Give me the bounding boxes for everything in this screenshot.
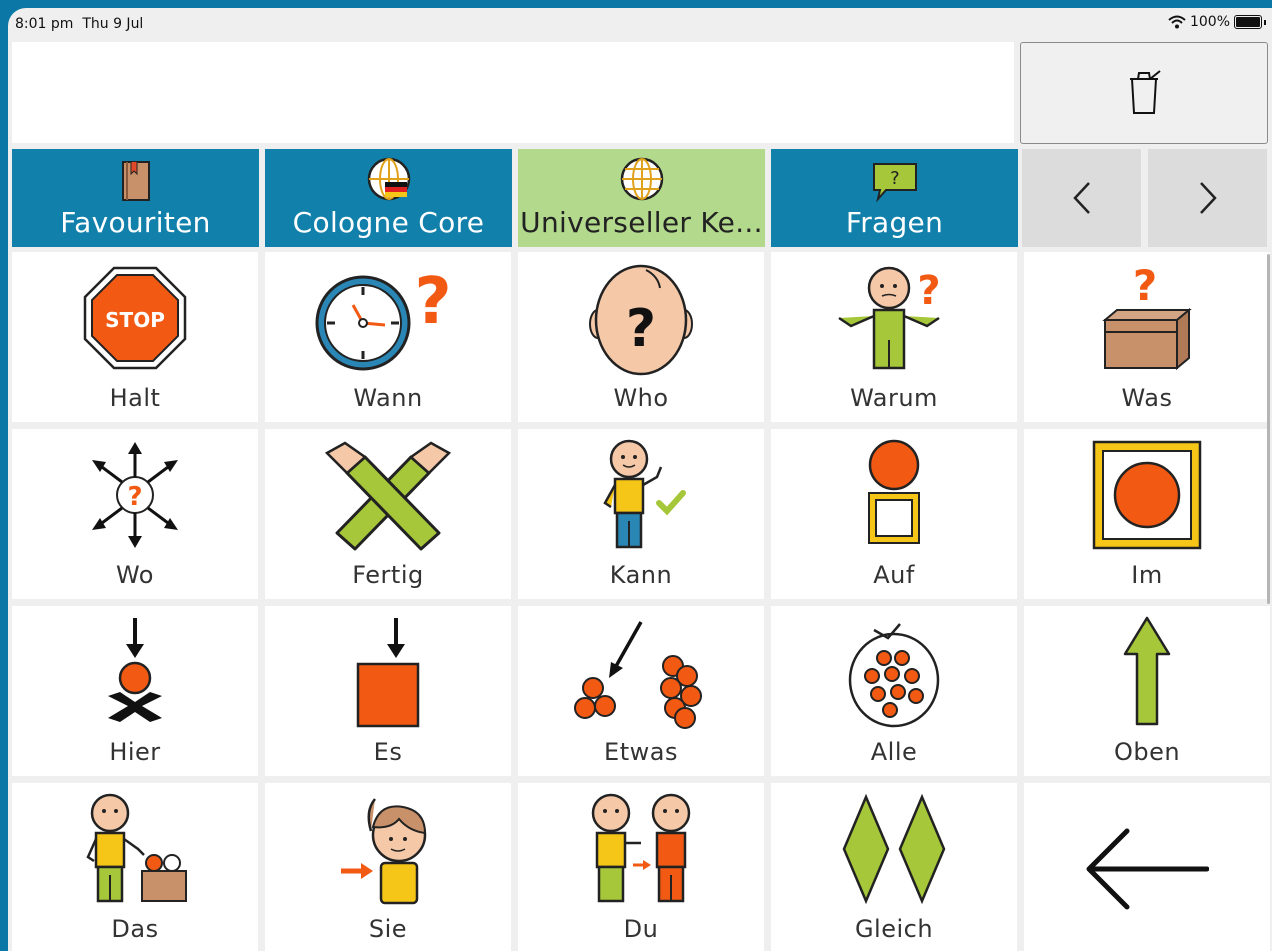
symbol-label: Oben bbox=[1113, 738, 1181, 766]
svg-text:?: ? bbox=[917, 268, 940, 314]
symbol-label: Who bbox=[613, 384, 669, 412]
tab-favouriten[interactable]: Favouriten bbox=[12, 149, 259, 247]
symbol-button-gleich[interactable]: Gleich bbox=[771, 783, 1017, 951]
bag-of-balls-icon bbox=[848, 623, 940, 728]
symbol-label: Wo bbox=[115, 561, 154, 589]
symbol-label: Etwas bbox=[604, 738, 678, 766]
previous-page-button[interactable] bbox=[1022, 149, 1141, 247]
symbol-label: Sie bbox=[368, 915, 408, 943]
question-bubble-icon: ? bbox=[872, 163, 917, 202]
symbol-label: Was bbox=[1121, 384, 1173, 412]
symbol-button-es[interactable]: Es bbox=[265, 606, 511, 776]
box-question-icon: ? bbox=[1102, 261, 1192, 371]
tab-label: Fragen bbox=[845, 206, 944, 239]
clock-question-icon: ? bbox=[315, 265, 452, 371]
svg-text:STOP: STOP bbox=[105, 308, 165, 332]
symbol-label: Halt bbox=[109, 384, 161, 412]
symbol-button-auf[interactable]: Auf bbox=[771, 429, 1017, 599]
symbol-label: Hier bbox=[109, 738, 161, 766]
globe-germany-icon bbox=[367, 157, 410, 201]
status-bar: 8:01 pm Thu 9 Jul 100% bbox=[8, 8, 1272, 40]
clear-message-button[interactable] bbox=[1020, 42, 1268, 144]
person-pointing-box-icon bbox=[86, 793, 187, 903]
symbol-button-kann[interactable]: Kann bbox=[518, 429, 764, 599]
symbol-button-wann[interactable]: ? Wann bbox=[265, 252, 511, 422]
symbol-label: Kann bbox=[609, 561, 673, 589]
tab-label: Cologne Core bbox=[292, 206, 485, 239]
symbol-label: Alle bbox=[870, 738, 918, 766]
symbol-label: Im bbox=[1131, 561, 1163, 589]
symbol-button-wo[interactable]: ? Wo bbox=[12, 429, 258, 599]
svg-text:?: ? bbox=[127, 482, 142, 512]
symbol-button-du[interactable]: Du bbox=[518, 783, 764, 951]
symbol-label: Auf bbox=[873, 561, 915, 589]
person-shrug-icon: ? bbox=[838, 266, 941, 370]
arrow-square-icon bbox=[356, 618, 420, 728]
circle-in-box-icon bbox=[1092, 440, 1202, 550]
status-indicators: 100% bbox=[1168, 14, 1266, 30]
chevron-left-icon bbox=[1072, 182, 1090, 214]
symbol-label: Es bbox=[373, 738, 403, 766]
symbol-label: Fertig bbox=[352, 561, 424, 589]
symbol-button-hier[interactable]: Hier bbox=[12, 606, 258, 776]
symbol-button-warum[interactable]: ? Warum bbox=[771, 252, 1017, 422]
symbol-label: Das bbox=[111, 915, 159, 943]
next-page-button[interactable] bbox=[1148, 149, 1267, 247]
symbol-button-etwas[interactable]: Etwas bbox=[518, 606, 764, 776]
symbol-label: Gleich bbox=[854, 915, 934, 943]
battery-percent: 100% bbox=[1189, 14, 1230, 30]
symbol-button-oben[interactable]: Oben bbox=[1024, 606, 1270, 776]
some-balls-icon bbox=[574, 621, 702, 729]
svg-text:?: ? bbox=[1133, 261, 1157, 310]
trash-icon bbox=[1130, 70, 1161, 114]
crossed-arms-icon bbox=[324, 441, 452, 551]
status-time: 8:01 pm Thu 9 Jul bbox=[15, 16, 144, 32]
tab-universeller-kernwortschatz[interactable]: Universeller Ke... bbox=[518, 149, 765, 247]
symbol-button-was[interactable]: ? Was bbox=[1024, 252, 1270, 422]
person-check-icon bbox=[603, 439, 686, 549]
symbol-label: Du bbox=[623, 915, 659, 943]
symbol-button-fertig[interactable]: Fertig bbox=[265, 429, 511, 599]
symbol-button-alle[interactable]: Alle bbox=[771, 606, 1017, 776]
tab-cologne-core[interactable]: Cologne Core bbox=[265, 149, 512, 247]
scrollbar[interactable] bbox=[1267, 254, 1270, 604]
symbol-button-im[interactable]: Im bbox=[1024, 429, 1270, 599]
symbol-label: Warum bbox=[850, 384, 938, 412]
message-bar[interactable] bbox=[12, 42, 1014, 143]
symbol-button-das[interactable]: Das bbox=[12, 783, 258, 951]
arrows-question-icon: ? bbox=[92, 442, 178, 548]
here-marker-icon bbox=[108, 618, 162, 722]
head-question-icon: ? bbox=[589, 264, 693, 376]
svg-text:?: ? bbox=[626, 299, 656, 359]
chevron-right-icon bbox=[1199, 182, 1217, 214]
app-window: 8:01 pm Thu 9 Jul 100% Favouriten Cologn… bbox=[8, 8, 1272, 951]
tab-label: Universeller Ke... bbox=[520, 206, 763, 239]
svg-text:?: ? bbox=[890, 168, 900, 189]
wifi-icon bbox=[1168, 15, 1186, 29]
circle-on-box-icon bbox=[868, 439, 920, 544]
book-icon bbox=[121, 161, 150, 201]
battery-icon bbox=[1234, 15, 1262, 29]
svg-text:?: ? bbox=[414, 265, 451, 339]
arrow-left-icon bbox=[1086, 828, 1209, 910]
stop-sign-icon: STOP bbox=[83, 266, 187, 370]
tab-label: Favouriten bbox=[60, 206, 211, 239]
same-diamonds-icon bbox=[842, 793, 946, 905]
symbol-label: Wann bbox=[353, 384, 423, 412]
symbol-button-halt[interactable]: STOP Halt bbox=[12, 252, 258, 422]
globe-icon bbox=[620, 157, 663, 201]
back-button[interactable] bbox=[1024, 783, 1270, 951]
symbol-button-sie[interactable]: Sie bbox=[265, 783, 511, 951]
symbol-button-who[interactable]: ? Who bbox=[518, 252, 764, 422]
person-pointing-person-icon bbox=[591, 793, 691, 903]
tab-fragen[interactable]: ? Fragen bbox=[771, 149, 1018, 247]
girl-arrow-icon bbox=[341, 798, 427, 905]
arrow-up-icon bbox=[1123, 616, 1171, 726]
